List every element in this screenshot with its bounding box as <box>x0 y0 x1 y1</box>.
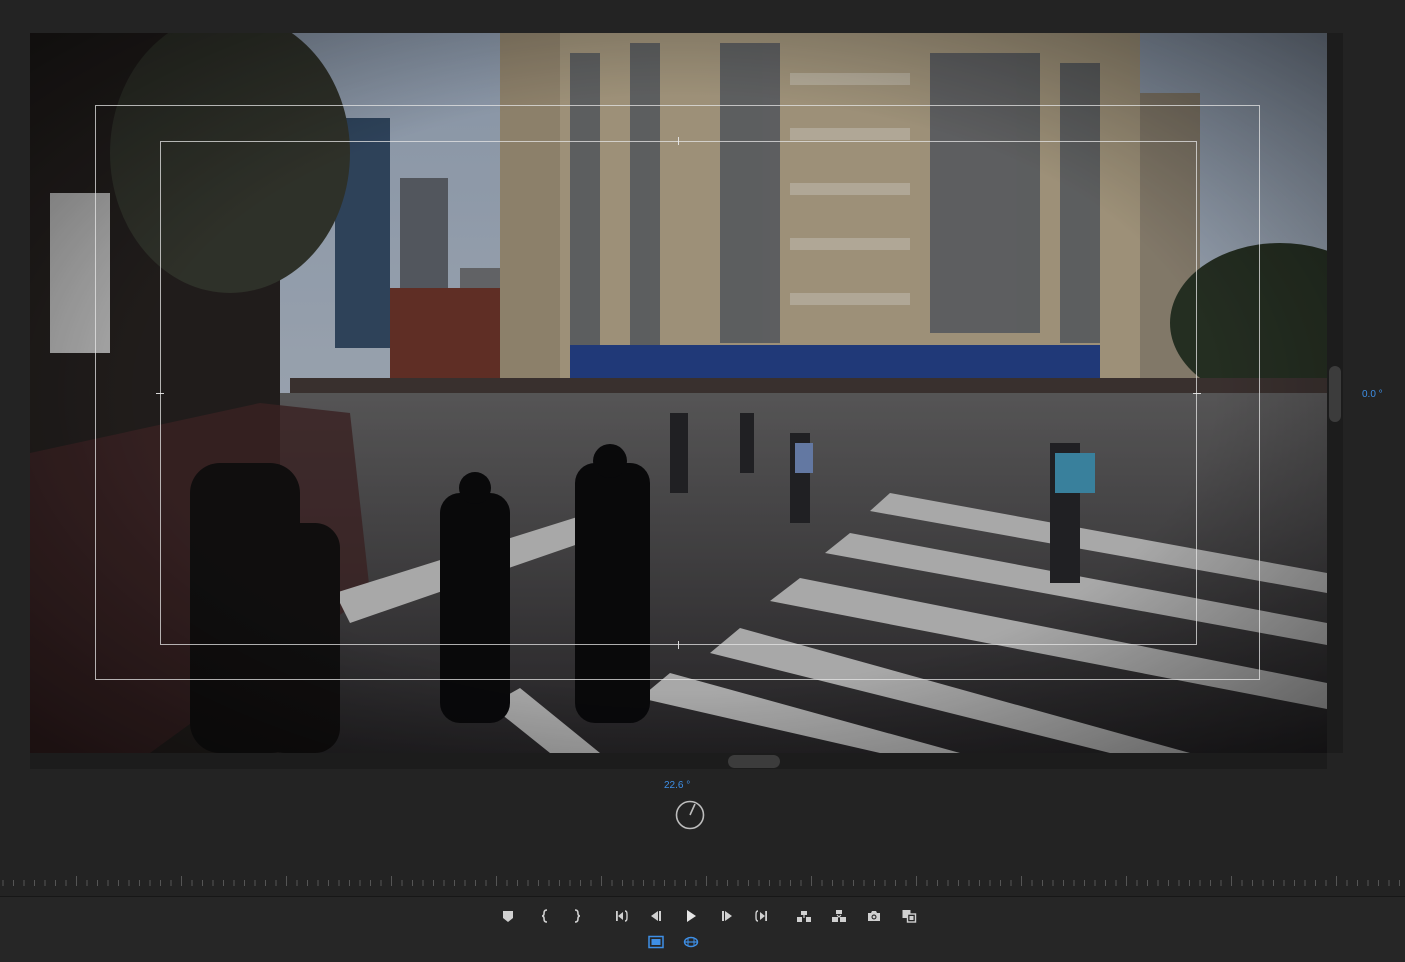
tilt-angle-readout[interactable]: 22.6 ° <box>664 780 690 791</box>
mark-in-icon <box>541 909 548 923</box>
tilt-scrollbar-thumb[interactable] <box>728 755 780 768</box>
safe-margin-tick-right <box>1193 393 1201 394</box>
program-monitor-viewer[interactable] <box>30 33 1327 753</box>
go-to-out-button[interactable] <box>749 904 773 928</box>
safe-margins-icon <box>648 935 664 949</box>
go-to-in-icon <box>616 910 628 922</box>
dial-icon <box>675 800 705 830</box>
step-back-button[interactable] <box>644 904 668 928</box>
export-frame-button[interactable] <box>862 904 886 928</box>
mark-out-button[interactable] <box>565 904 589 928</box>
safe-margin-tick-bottom <box>678 641 679 649</box>
play-icon <box>687 910 696 922</box>
pan-angle-readout[interactable]: 0.0 ° <box>1362 389 1383 400</box>
play-button[interactable] <box>679 904 703 928</box>
step-back-icon <box>651 911 661 921</box>
camera-icon <box>868 911 880 921</box>
go-to-in-button[interactable] <box>610 904 634 928</box>
timeline-ruler[interactable] <box>0 874 1405 897</box>
safe-margin-tick-top <box>678 137 679 145</box>
title-safe-margin <box>160 141 1197 645</box>
add-marker-button[interactable] <box>496 904 520 928</box>
comparison-view-button[interactable] <box>897 904 921 928</box>
lift-icon <box>797 911 811 922</box>
vr-video-icon <box>683 936 699 948</box>
lift-button[interactable] <box>792 904 816 928</box>
mark-in-button[interactable] <box>533 904 557 928</box>
comparison-icon <box>902 910 917 923</box>
step-forward-icon <box>722 911 732 921</box>
transport-controls <box>0 897 1405 962</box>
mark-out-icon <box>574 909 581 923</box>
pan-scrollbar-thumb[interactable] <box>1329 366 1341 422</box>
go-to-out-icon <box>755 910 767 922</box>
extract-icon <box>832 910 846 922</box>
roll-dial[interactable] <box>674 799 706 831</box>
extract-button[interactable] <box>827 904 851 928</box>
tilt-scrollbar-track[interactable] <box>30 753 1327 769</box>
safe-margin-tick-left <box>156 393 164 394</box>
marker-icon <box>503 911 513 922</box>
step-forward-button[interactable] <box>715 904 739 928</box>
safe-margins-button[interactable] <box>644 930 668 954</box>
vr-video-button[interactable] <box>679 930 703 954</box>
